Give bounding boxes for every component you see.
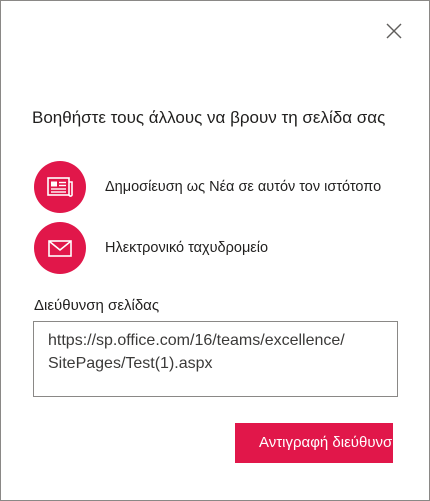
- copy-address-button[interactable]: Αντιγραφή διεύθυνσης: [235, 423, 393, 463]
- news-icon-circle: [34, 161, 86, 213]
- post-as-news-label: Δημοσίευση ως Νέα σε αυτόν τον ιστότοπο: [105, 179, 382, 195]
- email-option[interactable]: Ηλεκτρονικό ταχυδρομείο: [34, 222, 268, 274]
- email-label: Ηλεκτρονικό ταχυδρομείο: [105, 240, 269, 256]
- post-as-news-option[interactable]: Δημοσίευση ως Νέα σε αυτόν τον ιστότοπο: [34, 161, 381, 213]
- close-button[interactable]: [383, 20, 405, 42]
- close-icon: [386, 23, 402, 39]
- page-address-field[interactable]: https://sp.office.com/16/teams/excellenc…: [33, 321, 398, 397]
- mail-icon: [48, 239, 72, 257]
- dialog-title: Βοηθήστε τους άλλους να βρουν τη σελίδα …: [32, 108, 386, 127]
- news-icon: [47, 177, 73, 197]
- page-address-line-1: https://sp.office.com/16/teams/excellenc…: [48, 332, 345, 349]
- page-address-label: Διεύθυνση σελίδας: [34, 297, 160, 314]
- mail-icon-circle: [34, 222, 86, 274]
- share-dialog: Βοηθήστε τους άλλους να βρουν τη σελίδα …: [0, 0, 430, 501]
- page-address-line-2: SitePages/Test(1).aspx: [48, 355, 213, 372]
